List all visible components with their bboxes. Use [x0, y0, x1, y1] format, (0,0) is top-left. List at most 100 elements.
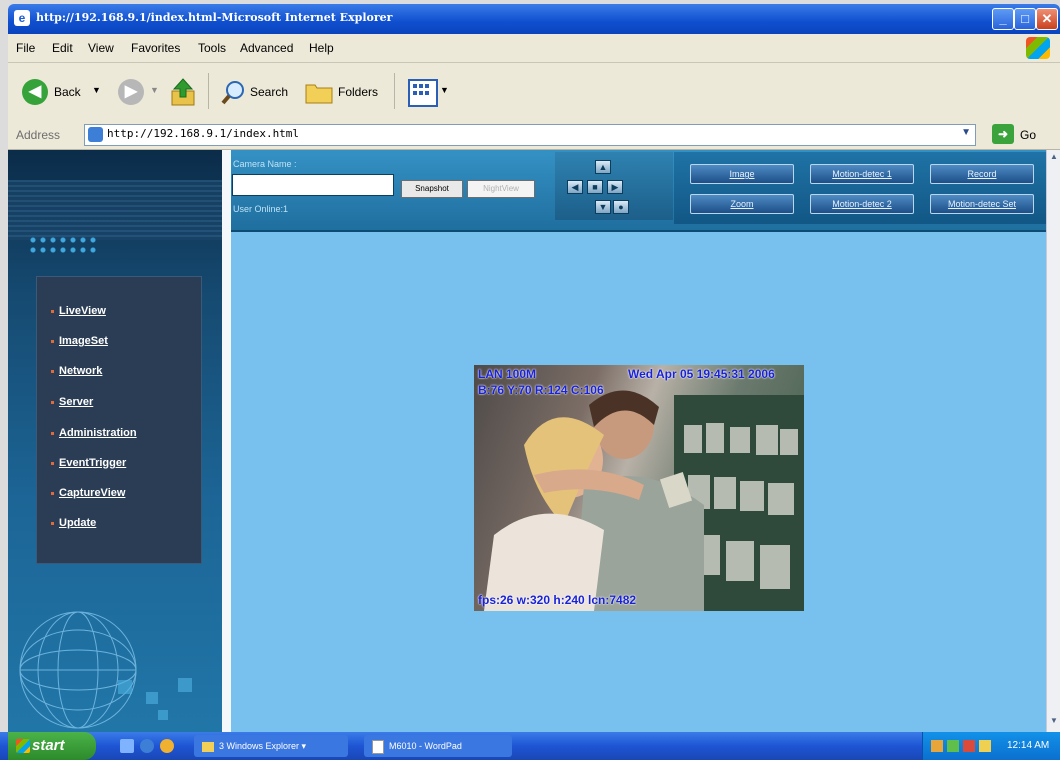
scroll-up-icon[interactable]: ▲ [1048, 152, 1060, 164]
search-button-label[interactable]: Search [250, 85, 288, 99]
sidebar-item-label: EventTrigger [59, 457, 127, 469]
menu-view[interactable]: View [88, 41, 114, 55]
show-desktop-icon[interactable] [120, 739, 134, 753]
windows-logo-icon [1026, 37, 1050, 59]
address-dropdown-icon[interactable]: ▼ [961, 127, 971, 138]
sidebar-item-imageset[interactable]: ImageSet [51, 335, 108, 347]
forward-arrow-icon[interactable]: ▶ [118, 79, 144, 105]
bullet-icon [51, 400, 54, 404]
menu-bar: File Edit View Favorites Tools Advanced … [8, 34, 1060, 63]
sidebar-item-label: Administration [59, 427, 137, 439]
title-bar: e http://192.168.9.1/index.html-Microsof… [8, 4, 1060, 34]
start-label: start [32, 737, 65, 754]
sidebar-menu: LiveView ImageSet Network Server Adminis… [36, 276, 202, 564]
sidebar-item-administration[interactable]: Administration [51, 427, 137, 439]
globe-graphic [18, 580, 218, 730]
sidebar-item-label: Server [59, 396, 94, 408]
window-title: http://192.168.9.1/index.html-Microsoft … [36, 11, 393, 24]
sidebar-item-captureview[interactable]: CaptureView [51, 487, 125, 499]
bullet-icon [51, 431, 54, 435]
folders-icon[interactable] [304, 79, 334, 105]
system-tray: 12:14 AM [922, 732, 1060, 760]
tray-icon[interactable] [931, 740, 943, 752]
motion-detect-1-button[interactable]: Motion-detec 1 [810, 164, 914, 184]
nightview-button[interactable]: NightView [467, 180, 535, 198]
task-label: 3 Windows Explorer [219, 741, 300, 751]
osd-stream-info: fps:26 w:320 h:240 lcn:7482 [478, 593, 637, 607]
back-arrow-icon[interactable]: ◀ [22, 79, 48, 105]
views-dropdown-icon[interactable]: ▼ [440, 85, 449, 95]
image-button[interactable]: Image [690, 164, 794, 184]
go-button-label[interactable]: Go [1020, 128, 1036, 142]
back-button-label[interactable]: Back [54, 85, 81, 99]
toolbar-separator [394, 73, 395, 109]
camera-control-bar: Camera Name : Snapshot NightView User On… [231, 150, 1046, 232]
sidebar-decoration [8, 180, 222, 240]
back-dropdown-icon[interactable]: ▼ [92, 85, 101, 95]
menu-edit[interactable]: Edit [52, 41, 73, 55]
osd-timestamp: Wed Apr 05 19:45:31 2006 [628, 367, 775, 381]
sidebar-item-network[interactable]: Network [51, 365, 102, 377]
address-label: Address [16, 128, 61, 142]
up-folder-icon[interactable] [170, 77, 196, 107]
tray-icon[interactable] [979, 740, 991, 752]
close-button[interactable]: ✕ [1036, 8, 1058, 30]
bullet-icon [51, 461, 54, 465]
menu-advanced[interactable]: Advanced [240, 41, 293, 55]
camera-name-input[interactable] [232, 174, 394, 196]
sidebar-item-server[interactable]: Server [51, 396, 93, 408]
page-viewport: LiveView ImageSet Network Server Adminis… [8, 150, 1046, 732]
osd-color-values: B:76 Y:70 R:124 C:106 [478, 383, 604, 397]
start-button[interactable]: start [8, 732, 96, 760]
sidebar-item-liveview[interactable]: LiveView [51, 305, 106, 317]
camera-name-label: Camera Name : [233, 159, 297, 169]
menu-favorites[interactable]: Favorites [131, 41, 180, 55]
pan-auto-icon[interactable]: ● [613, 200, 629, 214]
folders-button-label[interactable]: Folders [338, 85, 378, 99]
minimize-button[interactable]: _ [992, 8, 1014, 30]
taskbar-wordpad[interactable]: M6010 - WordPad [364, 735, 512, 757]
maximize-button[interactable]: □ [1014, 8, 1036, 30]
wordpad-icon [372, 739, 384, 754]
camera-feature-buttons: Image Motion-detec 1 Record Zoom Motion-… [674, 152, 1046, 224]
forward-dropdown-icon[interactable]: ▼ [150, 85, 159, 95]
bullet-icon [51, 339, 54, 343]
zoom-button[interactable]: Zoom [690, 194, 794, 214]
media-quicklaunch-icon[interactable] [160, 739, 174, 753]
taskbar: start 3 Windows Explorer ▾ M6010 - WordP… [0, 732, 1060, 760]
content-divider [222, 150, 231, 732]
bullet-icon [51, 369, 54, 373]
address-input[interactable]: http://192.168.9.1/index.html ▼ [84, 124, 976, 146]
menu-file[interactable]: File [16, 41, 35, 55]
pan-up-icon[interactable]: ▲ [595, 160, 611, 174]
ie-icon: e [14, 10, 30, 26]
record-button[interactable]: Record [930, 164, 1034, 184]
motion-detect-2-button[interactable]: Motion-detec 2 [810, 194, 914, 214]
menu-help[interactable]: Help [309, 41, 334, 55]
user-online-text: User Online:1 [233, 204, 289, 214]
ie-quicklaunch-icon[interactable] [140, 739, 154, 753]
scroll-down-icon[interactable]: ▼ [1048, 716, 1060, 728]
bullet-icon [51, 309, 54, 313]
pan-home-icon[interactable]: ■ [587, 180, 603, 194]
menu-tools[interactable]: Tools [198, 41, 226, 55]
pan-right-icon[interactable]: ▶ [607, 180, 623, 194]
pan-down-icon[interactable]: ▼ [595, 200, 611, 214]
motion-detect-set-button[interactable]: Motion-detec Set [930, 194, 1034, 214]
views-grid-icon[interactable] [408, 79, 438, 107]
taskbar-windows-explorer[interactable]: 3 Windows Explorer ▾ [194, 735, 348, 757]
sidebar-item-eventtrigger[interactable]: EventTrigger [51, 457, 126, 469]
sidebar-dots-decoration [28, 235, 98, 255]
page-scrollbar[interactable]: ▲ ▼ [1046, 150, 1060, 732]
address-url: http://192.168.9.1/index.html [107, 127, 300, 140]
sidebar-item-update[interactable]: Update [51, 517, 96, 529]
live-video-feed: LAN 100M Wed Apr 05 19:45:31 2006 B:76 Y… [474, 365, 804, 611]
tray-icon[interactable] [963, 740, 975, 752]
go-arrow-icon[interactable]: ➜ [992, 124, 1014, 144]
browser-toolbar: ◀ Back ▼ ▶ ▼ Search Folders ▼ [8, 63, 1060, 122]
osd-network: LAN 100M [478, 367, 537, 381]
snapshot-button[interactable]: Snapshot [401, 180, 463, 198]
tray-icon[interactable] [947, 740, 959, 752]
pan-left-icon[interactable]: ◀ [567, 180, 583, 194]
search-icon[interactable] [220, 79, 246, 105]
